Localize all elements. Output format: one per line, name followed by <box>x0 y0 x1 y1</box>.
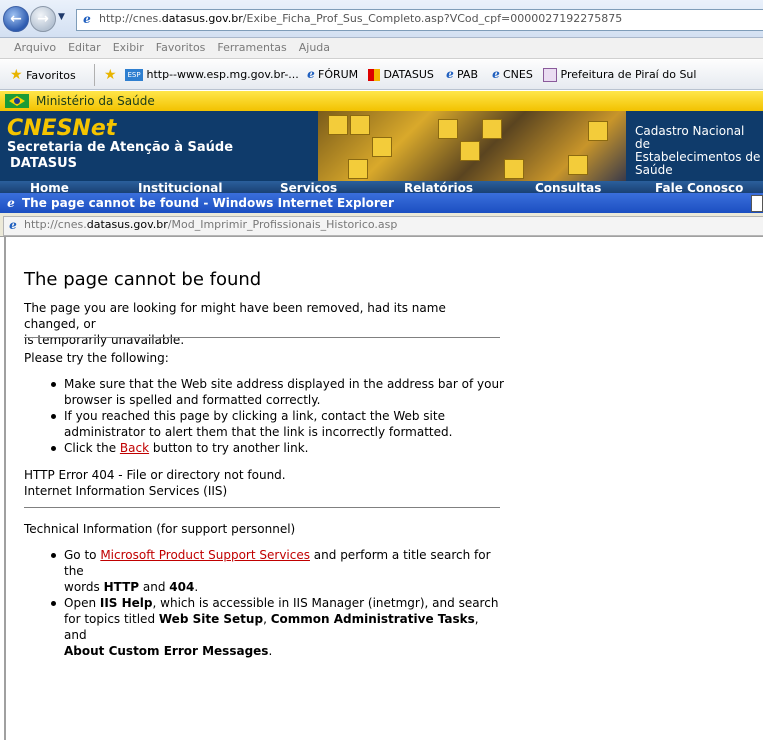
menu-ferramentas[interactable]: Ferramentas <box>211 38 292 58</box>
favorites-button[interactable]: ★ Favoritos <box>10 67 76 83</box>
menu-arquivo[interactable]: Arquivo <box>0 38 62 58</box>
ie-page-icon: e <box>307 67 315 81</box>
separator <box>94 64 95 86</box>
suggestions-list: Make sure that the Web site address disp… <box>51 376 504 456</box>
arrow-right-icon: → <box>37 11 49 27</box>
ministry-bar: Ministério da Saúde <box>0 91 763 111</box>
list-item: If you reached this page by clicking a l… <box>51 408 504 440</box>
brazil-flag-icon <box>5 94 29 108</box>
nav-relatorios[interactable]: Relatórios <box>404 181 473 193</box>
popup-title: The page cannot be found - Windows Inter… <box>22 196 394 210</box>
list-item: Go to Microsoft Product Support Services… <box>51 547 504 595</box>
divider <box>24 507 500 508</box>
star-icon: ★ <box>10 67 23 83</box>
ie-page-icon: e <box>492 67 500 81</box>
favorites-bar: ★ Favoritos ★ ESP http--www.esp.mg.gov.b… <box>0 60 763 90</box>
intro-text: The page you are looking for might have … <box>24 301 446 347</box>
nav-servicos[interactable]: Serviços <box>280 181 337 193</box>
history-dropdown-icon[interactable]: ▼ <box>58 12 65 22</box>
minimize-button[interactable] <box>751 195 763 212</box>
cnesnet-logo[interactable]: CNESNet <box>7 116 116 141</box>
fav-link-datasus[interactable]: DATASUS <box>368 67 434 83</box>
ie-page-icon: e <box>83 12 91 26</box>
tech-list: Go to Microsoft Product Support Services… <box>51 547 504 659</box>
ie-logo-icon: e <box>7 196 15 210</box>
address-prefix: http://cnes. <box>99 12 162 25</box>
fav-link-pab[interactable]: e PAB <box>443 67 478 83</box>
menu-bar: Arquivo Editar Exibir Favoritos Ferramentas A… <box>0 38 763 59</box>
popup-address-toolbar: e http://cnes.datasus.gov.br/Mod_Imprimir… <box>0 213 763 237</box>
http-error: HTTP Error 404 - File or directory not f… <box>24 468 286 482</box>
address-path: /Exibe_Ficha_Prof_Sus_Completo.asp?VCod_… <box>242 12 623 25</box>
nav-fale-conosco[interactable]: Fale Conosco <box>655 181 743 193</box>
forward-button[interactable]: → <box>30 6 56 32</box>
fav-link-cnes[interactable]: e CNES <box>489 67 533 83</box>
ministry-label[interactable]: Ministério da Saúde <box>36 94 155 108</box>
address-bar[interactable]: e http://cnes.datasus.gov.br/Exibe_Ficha_… <box>76 9 763 31</box>
tech-label: Technical Information (for support perso… <box>24 522 296 536</box>
menu-ajuda[interactable]: Ajuda <box>293 38 336 58</box>
list-item: Click the Back button to try another lin… <box>51 440 504 456</box>
fav-link-prefeitura[interactable]: Prefeitura de Piraí do Sul <box>543 67 696 83</box>
list-item: Make sure that the Web site address disp… <box>51 377 504 407</box>
arrow-left-icon: ← <box>10 11 22 27</box>
back-link[interactable]: Back <box>120 441 149 455</box>
nav-consultas[interactable]: Consultas <box>535 181 601 193</box>
list-item: Open IIS Help, which is accessible in II… <box>51 595 504 659</box>
nav-institucional[interactable]: Institucional <box>138 181 223 193</box>
try-label: Please try the following: <box>24 351 169 365</box>
esp-logo-icon: ESP <box>125 69 143 81</box>
address-toolbar: ← → ▼ e http://cnes.datasus.gov.br/Exibe_… <box>0 0 763 38</box>
support-services-link[interactable]: Microsoft Product Support Services <box>100 548 310 562</box>
banner-photo <box>318 111 626 181</box>
error-page: The page cannot be found The page you ar… <box>4 237 763 740</box>
nav-home[interactable]: Home <box>30 181 69 193</box>
back-button[interactable]: ← <box>3 6 29 32</box>
fav-link-forum[interactable]: e FÓRUM <box>304 67 358 83</box>
cadastro-label: Cadastro Nacional de Estabelecimentos de… <box>635 124 761 177</box>
add-favorite-icon[interactable]: ★ <box>104 67 117 83</box>
datasus-logo-icon <box>368 69 380 81</box>
divider <box>24 337 500 338</box>
secretaria-label: Secretaria de Atenção à Saúde <box>7 140 234 155</box>
menu-exibir[interactable]: Exibir <box>107 38 150 58</box>
iis-label: Internet Information Services (IIS) <box>24 484 228 498</box>
page-title: The page cannot be found <box>24 269 262 290</box>
datasus-label: DATASUS <box>10 156 78 171</box>
site-banner: CNESNet Secretaria de Atenção à Saúde DA… <box>0 111 763 181</box>
favorites-label: Favoritos <box>26 69 76 82</box>
crest-icon <box>543 68 557 82</box>
popup-title-bar[interactable]: e The page cannot be found - Windows Int… <box>0 193 763 213</box>
menu-favoritos[interactable]: Favoritos <box>150 38 212 58</box>
ie-page-icon: e <box>9 218 17 232</box>
ie-page-icon: e <box>446 67 454 81</box>
address-host: datasus.gov.br <box>161 12 243 25</box>
menu-editar[interactable]: Editar <box>62 38 107 58</box>
site-nav: Home Institucional Serviços Relatórios C… <box>0 181 763 193</box>
popup-address-bar[interactable]: e http://cnes.datasus.gov.br/Mod_Imprimir… <box>3 216 763 236</box>
fav-link-esp[interactable]: ESP http--www.esp.mg.gov.br-... <box>125 67 299 83</box>
